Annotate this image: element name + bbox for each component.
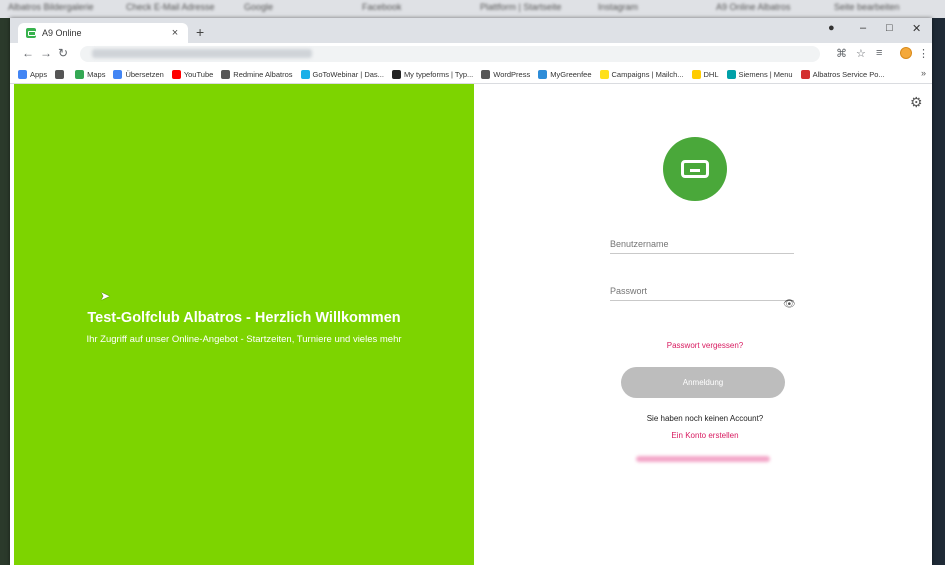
- new-tab-button[interactable]: +: [196, 24, 204, 40]
- bookmark-label: Campaigns | Mailch...: [611, 69, 684, 79]
- background-desktop-left: [0, 18, 10, 565]
- bookmark-favicon-icon: [391, 69, 401, 79]
- profile-icon[interactable]: ●: [828, 22, 835, 34]
- bookmark-label: Redmine Albatros: [233, 69, 293, 79]
- extension-grid-icon[interactable]: ⌘: [836, 47, 847, 60]
- bookmark-favicon-icon: [18, 69, 27, 79]
- reload-icon[interactable]: ↻: [58, 46, 68, 60]
- browser-toolbar: ← → ↻ ⌘ ☆ ≡ ⋮: [10, 43, 932, 65]
- menu-dots-icon[interactable]: ⋮: [918, 47, 929, 60]
- bookmark-favicon-icon: [599, 69, 609, 79]
- bookmark-label: MyGreenfee: [550, 69, 592, 79]
- background-tab[interactable]: A9 Online Albatros: [716, 2, 791, 16]
- bookmark-favicon-icon: [481, 69, 491, 79]
- bookmark-label: DHL: [703, 69, 719, 79]
- blurred-link[interactable]: [636, 456, 770, 464]
- bookmark-item[interactable]: Albatros Service Po...: [800, 69, 885, 79]
- bookmark-label: Apps: [30, 69, 48, 79]
- background-tab[interactable]: Google: [244, 2, 273, 16]
- bookmark-favicon-icon: [55, 69, 65, 79]
- gear-icon[interactable]: ⚙: [910, 94, 923, 111]
- bookmark-item[interactable]: [55, 69, 67, 79]
- bookmarks-bar: Apps Maps Übersetzen YouTube Redmine Albatro…: [10, 65, 932, 84]
- reading-list-icon[interactable]: ≡: [876, 47, 882, 59]
- bookmark-label: WordPress: [493, 69, 531, 79]
- maximize-button[interactable]: □: [886, 22, 893, 34]
- page-content: Test-Golfclub Albatros - Herzlich Willko…: [10, 84, 932, 565]
- bookmarks-overflow-button[interactable]: »: [921, 68, 926, 78]
- bookmark-label: Siemens | Menu: [738, 69, 793, 79]
- bookmark-item[interactable]: Campaigns | Mailch...: [599, 69, 684, 79]
- bookmark-item[interactable]: MyGreenfee: [538, 69, 592, 79]
- password-input[interactable]: [610, 282, 794, 301]
- bookmark-favicon-icon: [113, 69, 123, 79]
- bookmark-favicon-icon: [221, 69, 231, 79]
- background-tab[interactable]: Seite bearbeiten: [834, 2, 900, 16]
- extension-icon[interactable]: [900, 47, 912, 59]
- bookmark-item[interactable]: WordPress: [481, 69, 531, 79]
- bookmark-item[interactable]: Übersetzen: [113, 69, 164, 79]
- logo-mark: [681, 160, 709, 178]
- background-tab[interactable]: Facebook: [362, 2, 402, 16]
- bookmark-item[interactable]: Maps: [75, 69, 106, 79]
- welcome-title: Test-Golfclub Albatros - Herzlich Willko…: [87, 310, 401, 326]
- minimize-button[interactable]: –: [860, 22, 866, 34]
- mouse-cursor-icon: ➤: [100, 289, 111, 303]
- bookmark-item[interactable]: Redmine Albatros: [221, 69, 293, 79]
- bookmark-item[interactable]: Apps: [18, 69, 48, 79]
- a9-favicon-icon: [26, 28, 36, 38]
- bookmark-favicon-icon: [538, 69, 548, 79]
- background-tab[interactable]: Instagram: [598, 2, 638, 16]
- background-tab[interactable]: Check E-Mail Adresse: [126, 2, 215, 16]
- show-password-eye-icon[interactable]: 👁: [783, 299, 796, 310]
- no-account-text: Sie haben noch keinen Account?: [646, 414, 764, 423]
- tab-title: A9 Online: [42, 28, 82, 38]
- albatros-logo: [663, 137, 727, 201]
- bookmark-favicon-icon: [800, 69, 810, 79]
- login-button[interactable]: Anmeldung: [621, 367, 785, 398]
- bookmark-favicon-icon: [171, 69, 181, 79]
- tab-a9-online[interactable]: A9 Online ×: [18, 23, 188, 43]
- close-window-button[interactable]: ✕: [912, 22, 921, 35]
- background-tab[interactable]: Albatros Bildergalerie: [8, 2, 94, 16]
- bookmark-label: Übersetzen: [125, 69, 164, 79]
- bookmark-label: YouTube: [183, 69, 214, 79]
- bookmark-favicon-icon: [75, 69, 85, 79]
- username-input[interactable]: [610, 235, 794, 254]
- tab-bar: A9 Online × + ● – □ ✕: [10, 18, 932, 43]
- bookmark-item[interactable]: YouTube: [171, 69, 214, 79]
- bookmark-label: Maps: [87, 69, 106, 79]
- bookmark-item[interactable]: DHL: [691, 69, 719, 79]
- welcome-subtitle: Ihr Zugriff auf unser Online-Angebot - S…: [86, 334, 402, 345]
- bookmark-item[interactable]: Siemens | Menu: [726, 69, 793, 79]
- browser-window: A9 Online × + ● – □ ✕ ← → ↻ ⌘ ☆ ≡ ⋮ Apps…: [10, 18, 932, 565]
- bookmark-favicon-icon: [300, 69, 310, 79]
- bookmark-favicon-icon: [691, 69, 701, 79]
- bookmark-label: GoToWebinar | Das...: [312, 69, 384, 79]
- bookmark-star-icon[interactable]: ☆: [856, 47, 866, 60]
- back-arrow-icon[interactable]: ←: [22, 46, 34, 60]
- forgot-password-link[interactable]: Passwort vergessen?: [555, 341, 855, 350]
- address-bar[interactable]: [80, 46, 820, 62]
- background-window-tabstrip: Albatros Bildergalerie Check E-Mail Adres…: [0, 0, 945, 18]
- bookmark-label: My typeforms | Typ...: [403, 69, 474, 79]
- background-desktop-right: [932, 18, 945, 565]
- welcome-panel: Test-Golfclub Albatros - Herzlich Willko…: [14, 84, 474, 565]
- url-text-blurred: [92, 49, 312, 58]
- bookmark-item[interactable]: GoToWebinar | Das...: [300, 69, 384, 79]
- tab-close-icon[interactable]: ×: [168, 27, 182, 39]
- bookmark-label: Albatros Service Po...: [812, 69, 885, 79]
- forward-arrow-icon[interactable]: →: [40, 46, 52, 60]
- create-account-link[interactable]: Ein Konto erstellen: [555, 431, 855, 440]
- bookmark-item[interactable]: My typeforms | Typ...: [391, 69, 474, 79]
- background-tab[interactable]: Plattform | Startseite: [480, 2, 561, 16]
- bookmark-favicon-icon: [726, 69, 736, 79]
